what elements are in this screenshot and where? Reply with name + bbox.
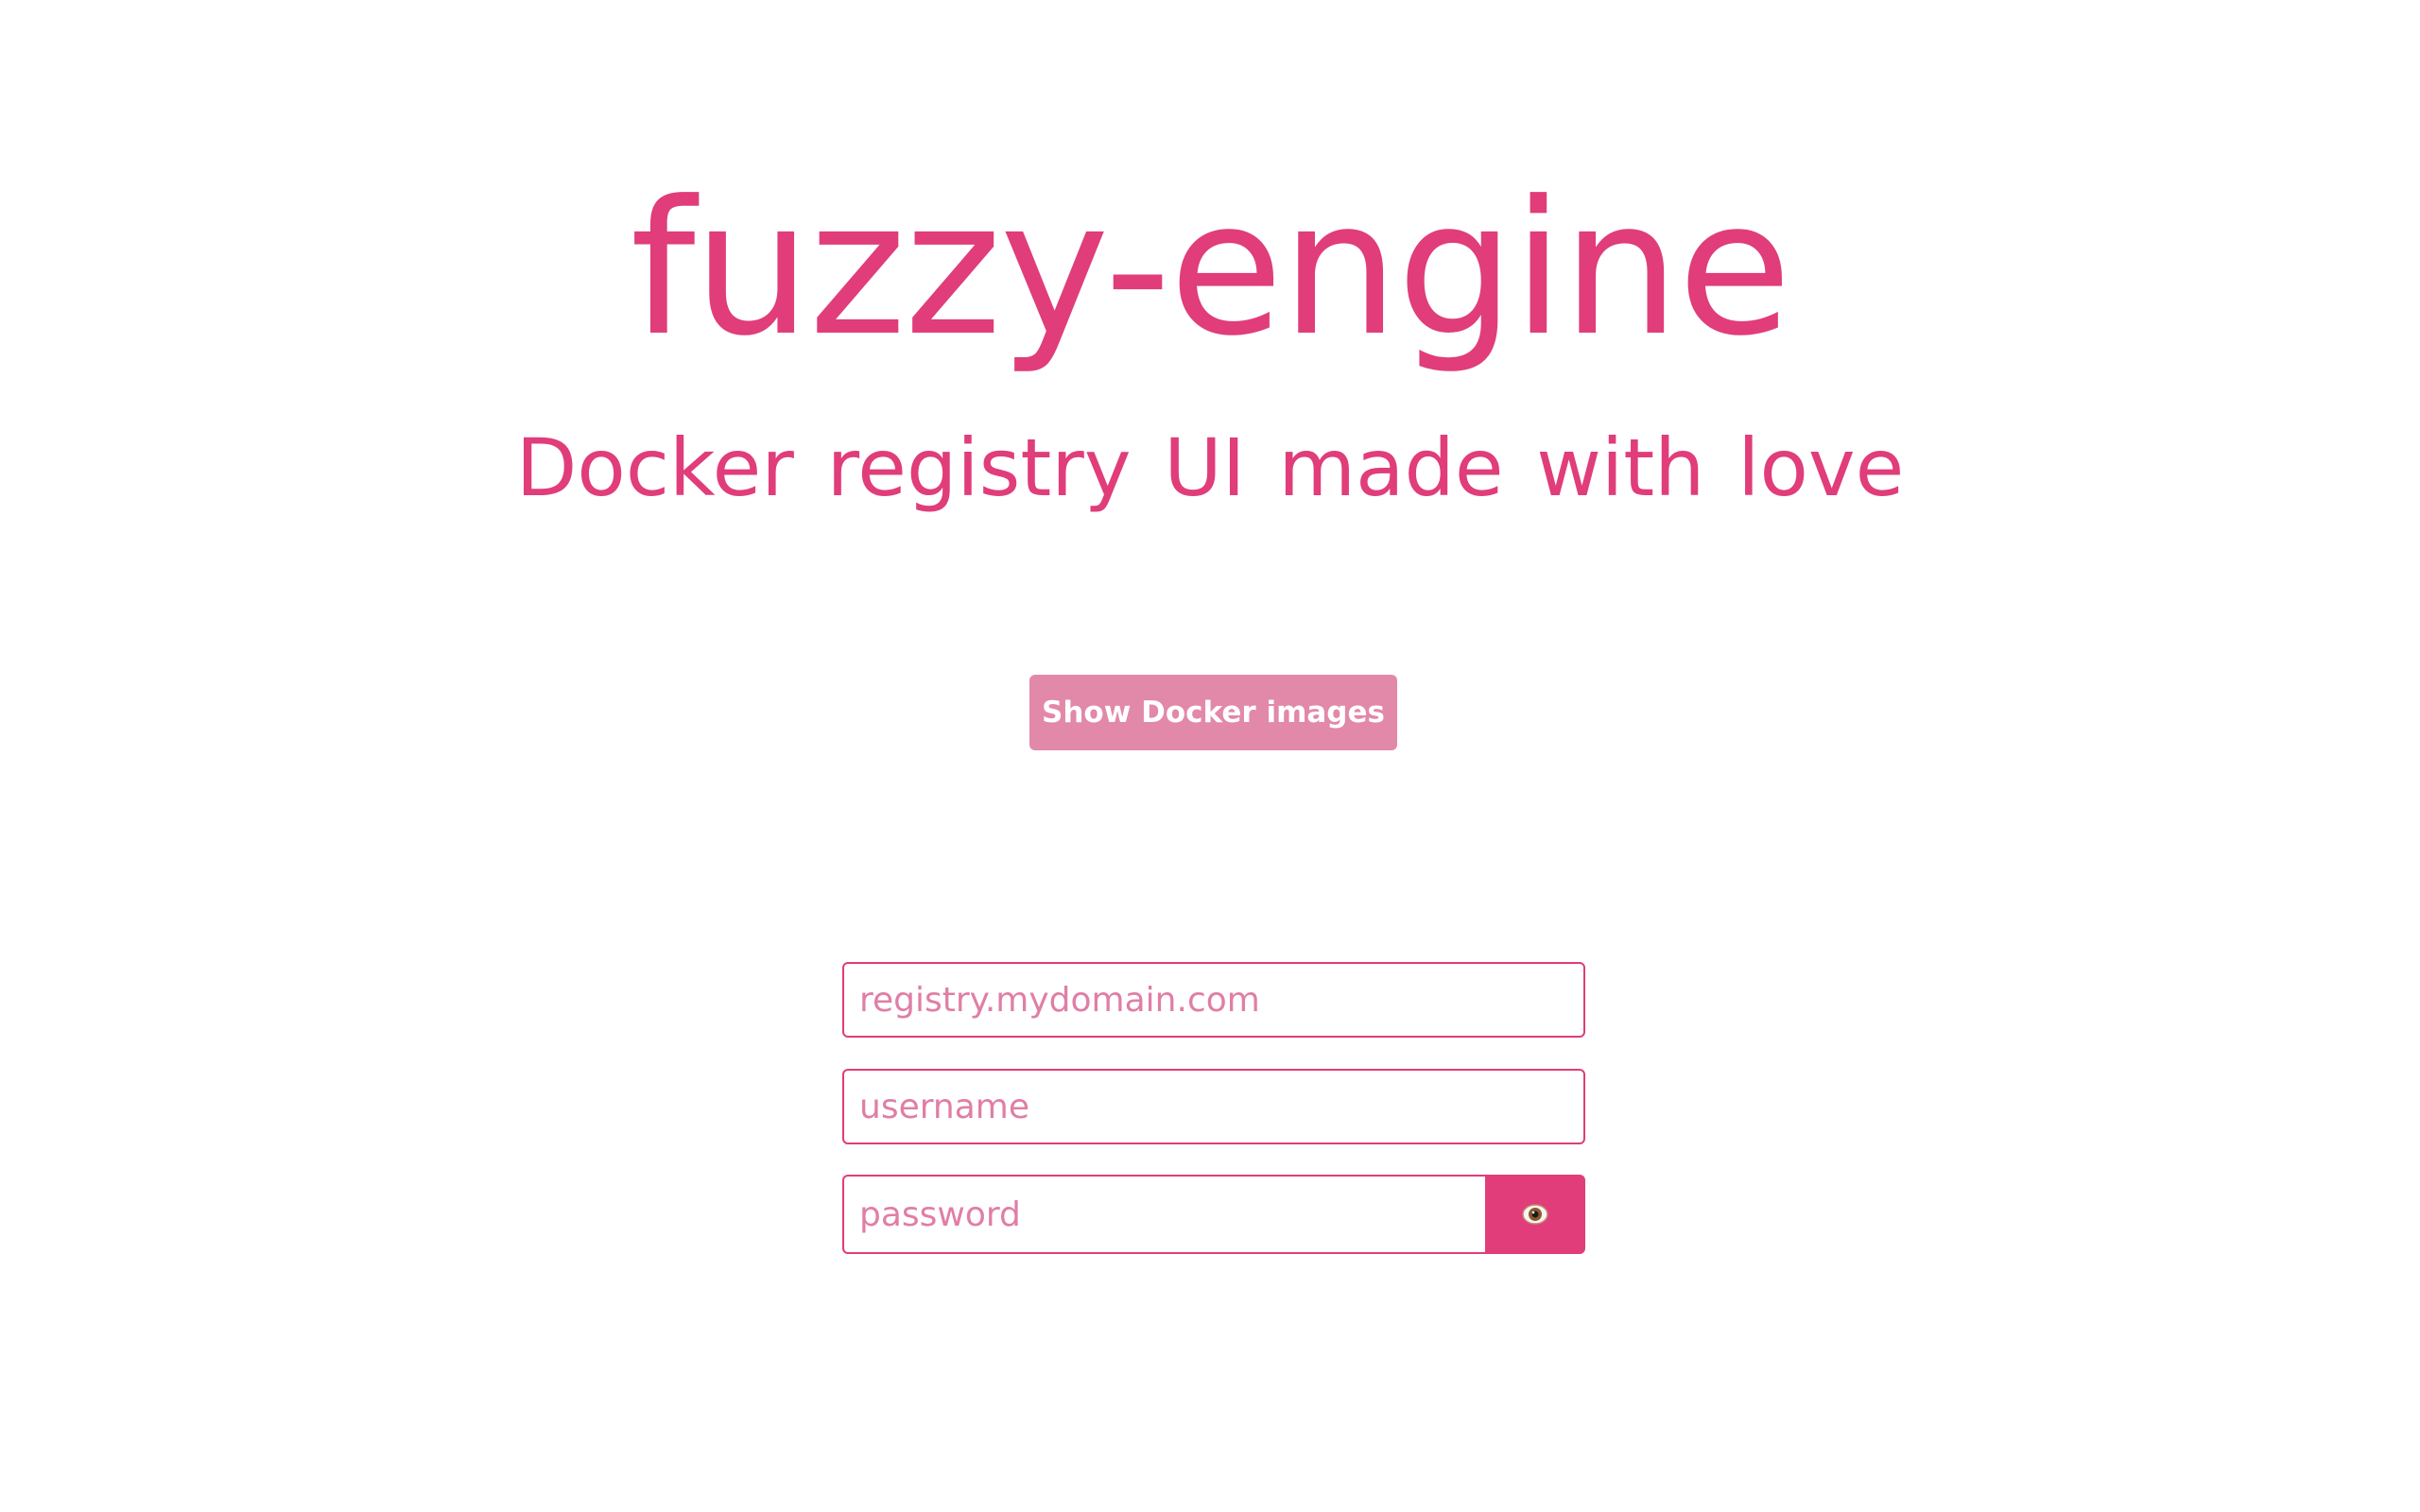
page: fuzzy-engine Docker registry UI made wit… <box>0 0 2420 1512</box>
username-input[interactable] <box>842 1069 1585 1144</box>
page-subtitle: Docker registry UI made with love <box>515 421 1905 514</box>
page-title: fuzzy-engine <box>630 162 1792 377</box>
registry-url-input[interactable] <box>842 962 1585 1038</box>
password-group <box>842 1175 1585 1254</box>
eye-icon <box>1521 1203 1549 1226</box>
password-input[interactable] <box>842 1175 1485 1254</box>
show-password-toggle-button[interactable] <box>1485 1175 1585 1254</box>
show-docker-images-button[interactable]: Show Docker images <box>1029 675 1397 750</box>
